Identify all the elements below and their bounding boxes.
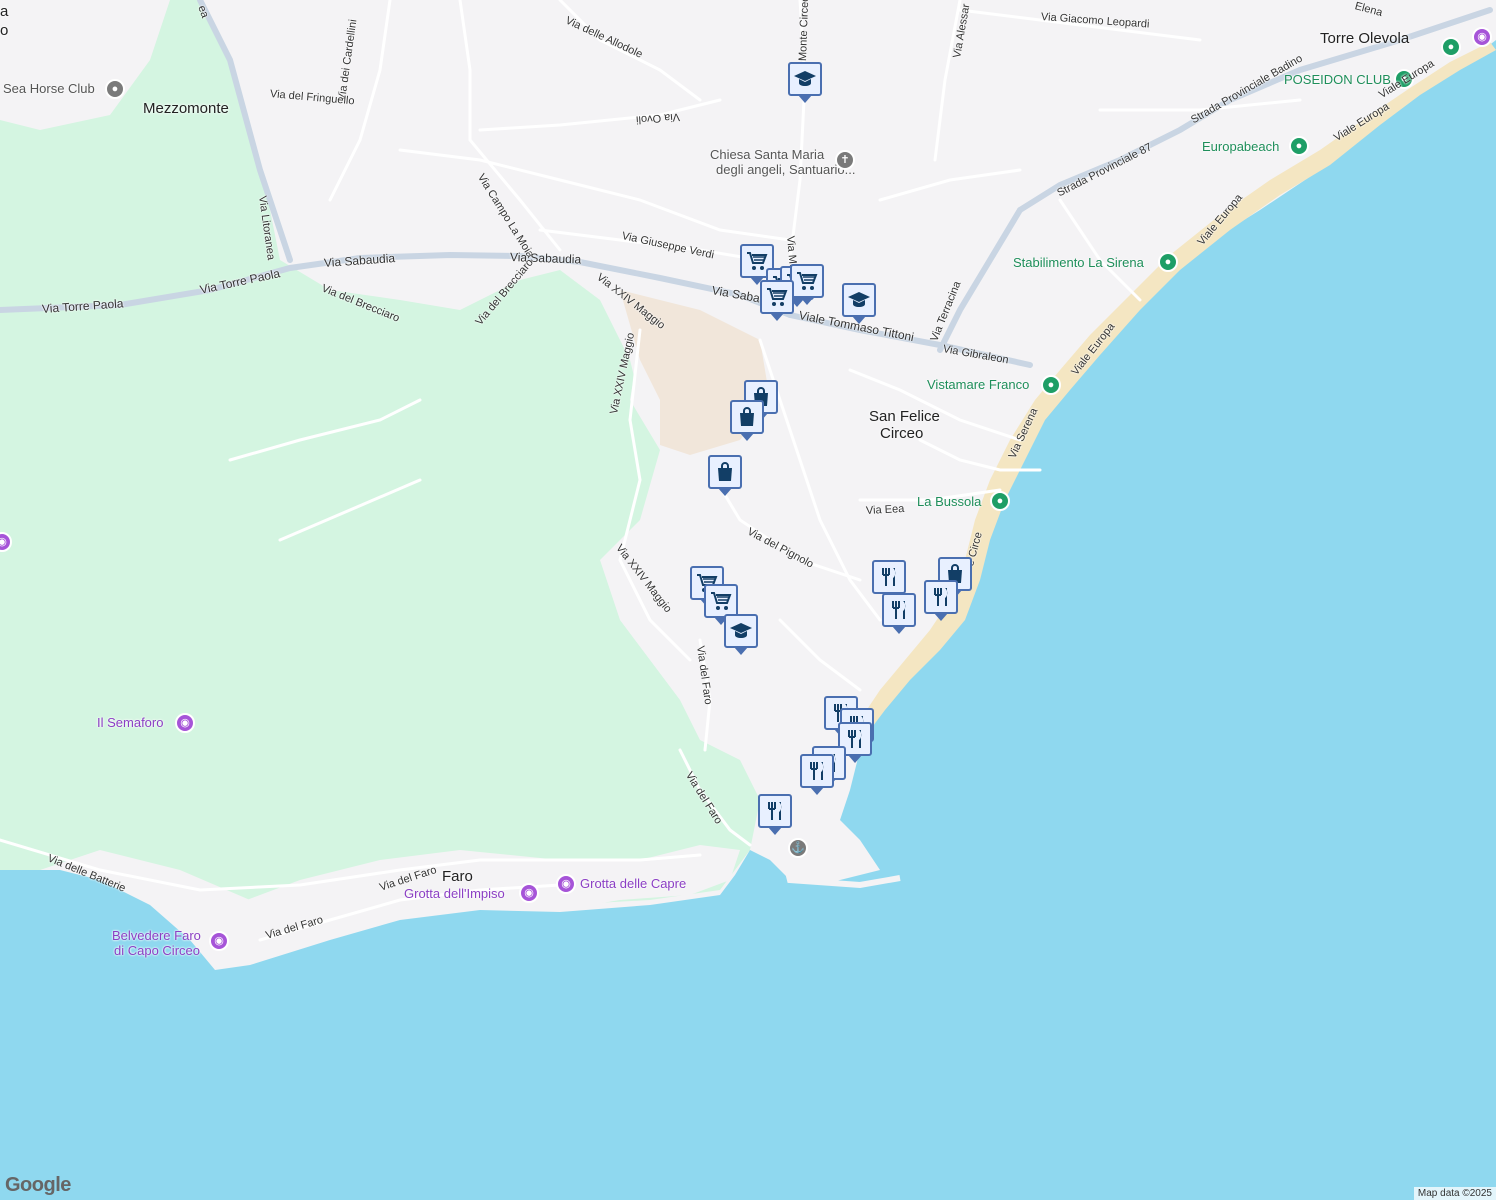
bag-icon <box>718 462 732 481</box>
road-eea: Via Eea <box>865 503 905 517</box>
map-marker-fork-knife-icon[interactable] <box>800 754 834 795</box>
map-marker-fork-knife-icon[interactable] <box>924 580 958 621</box>
poi-il-semaforo[interactable]: Il Semaforo <box>97 715 163 730</box>
map-attribution[interactable]: Map data ©2025 <box>1413 1187 1496 1200</box>
camera-icon[interactable]: ◉ <box>175 713 195 733</box>
poi-grotta-capre[interactable]: Grotta delle Capre <box>580 876 686 891</box>
place-mezzomonte: Mezzomonte <box>143 100 229 117</box>
poi-grotta-impiso[interactable]: Grotta dell'Impiso <box>404 886 505 901</box>
map-marker-fork-knife-icon[interactable] <box>872 560 906 601</box>
cart-icon <box>767 288 788 306</box>
map-canvas[interactable] <box>0 0 1496 1200</box>
camera-icon[interactable]: ◉ <box>556 874 576 894</box>
camera-icon[interactable]: ◉ <box>519 883 539 903</box>
poi-chiesa-1[interactable]: Chiesa Santa Maria <box>710 147 824 162</box>
place-san-felice: San Felice <box>869 408 940 425</box>
map-marker-cart-icon[interactable] <box>760 280 794 321</box>
poi-chiesa-2[interactable]: degli angeli, Santuario... <box>716 162 855 177</box>
camera-icon[interactable]: ◉ <box>1472 27 1492 47</box>
map-marker-cart-icon[interactable] <box>704 584 738 625</box>
cart-icon <box>797 272 818 290</box>
poi-sea-horse-club[interactable]: Sea Horse Club <box>3 81 95 96</box>
poi-la-bussola[interactable]: La Bussola <box>917 494 981 509</box>
map-marker-fork-knife-icon[interactable] <box>758 794 792 835</box>
place-o: o <box>0 22 9 39</box>
school-icon <box>730 623 752 638</box>
map-marker-bag-icon[interactable] <box>708 455 742 496</box>
bag-icon <box>740 407 754 426</box>
school-icon <box>794 71 816 86</box>
poi-vistamare[interactable]: Vistamare Franco <box>927 377 1029 392</box>
fork-knife-icon <box>892 601 906 619</box>
fork-knife-icon <box>848 730 862 748</box>
map-marker-school-icon[interactable] <box>724 614 758 655</box>
school-icon <box>848 292 870 307</box>
poi-europabeach[interactable]: Europabeach <box>1202 139 1279 154</box>
poi-poseidon-club[interactable]: POSEIDON CLUB <box>1284 72 1391 87</box>
poi-belvedere-2[interactable]: di Capo Circeo <box>114 943 200 958</box>
poi-pin-icon[interactable]: ● <box>105 79 125 99</box>
place-circeo: Circeo <box>880 425 924 442</box>
road-monte-circeo: Monte Circeo <box>797 0 812 62</box>
fork-knife-icon <box>810 762 824 780</box>
beach-club-icon[interactable]: ● <box>1289 136 1309 156</box>
poi-belvedere-1[interactable]: Belvedere Faro <box>112 928 201 943</box>
google-logo: Google <box>5 1174 71 1196</box>
map-marker-fork-knife-icon[interactable] <box>882 593 916 634</box>
place-a: a <box>0 3 9 20</box>
place-torre-olevola: Torre Olevola <box>1320 30 1410 47</box>
map-marker-school-icon[interactable] <box>788 62 822 103</box>
map-marker-school-icon[interactable] <box>842 283 876 324</box>
church-icon[interactable]: ✝ <box>835 150 855 170</box>
beach-club-icon[interactable]: ● <box>990 491 1010 511</box>
fork-knife-icon <box>934 588 948 606</box>
poi-la-sirena[interactable]: Stabilimento La Sirena <box>1013 255 1144 270</box>
camera-icon[interactable]: ◉ <box>209 931 229 951</box>
map-marker-cart-icon[interactable] <box>790 264 824 305</box>
place-faro: Faro <box>442 868 473 885</box>
fork-knife-icon <box>882 568 896 586</box>
map-marker-bag-icon[interactable] <box>730 400 764 441</box>
fork-knife-icon <box>768 802 782 820</box>
beach-club-icon[interactable]: ● <box>1041 375 1061 395</box>
cart-icon <box>711 592 732 610</box>
beach-club-icon[interactable]: ● <box>1158 252 1178 272</box>
port-icon[interactable]: ⚓ <box>788 838 808 858</box>
beach-club-icon[interactable]: ● <box>1441 37 1461 57</box>
